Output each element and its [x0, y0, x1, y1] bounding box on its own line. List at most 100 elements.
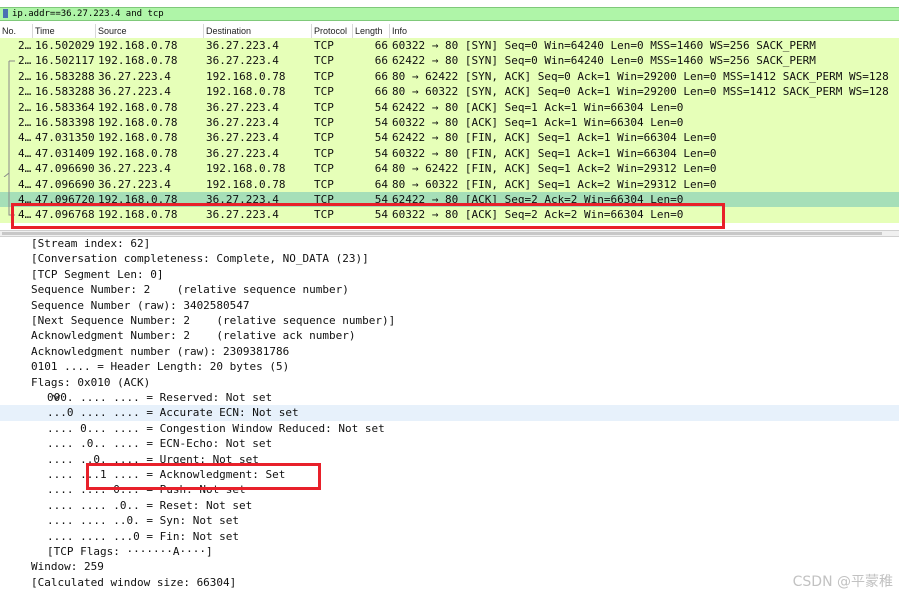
packet-protocol: TCP	[314, 69, 334, 83]
packet-row[interactable]: 4… 47.096690 36.27.223.4 192.168.0.78 TC…	[0, 176, 899, 193]
detail-line[interactable]: 000. .... .... = Reserved: Not set	[0, 390, 899, 405]
scrollbar-thumb[interactable]	[2, 232, 882, 235]
packet-no: 2…	[18, 54, 32, 68]
packet-source: 192.168.0.78	[98, 39, 178, 52]
detail-line[interactable]: Sequence Number: 2 (relative sequence nu…	[0, 282, 899, 297]
detail-line[interactable]: Acknowledgment number (raw): 2309381786	[0, 344, 899, 359]
column-header-length[interactable]: Length	[353, 24, 390, 38]
packet-length: 66	[374, 39, 388, 52]
detail-text: Acknowledgment number (raw): 2309381786	[31, 344, 290, 358]
packet-row[interactable]: 2… 16.502029 192.168.0.78 36.27.223.4 TC…	[0, 38, 899, 54]
conversation-line-icon	[2, 130, 16, 147]
detail-text: Acknowledgment Number: 2 (relative ack n…	[31, 329, 356, 343]
column-header-protocol[interactable]: Protocol	[312, 24, 353, 38]
display-filter-bar[interactable]: ip.addr==36.27.223.4 and tcp	[0, 7, 899, 21]
packet-info: 80 → 62422 [FIN, ACK] Seq=1 Ack=2 Win=29…	[392, 162, 717, 176]
packet-source: 36.27.223.4	[98, 69, 171, 83]
packet-time: 16.583288	[35, 69, 95, 83]
packet-source: 192.168.0.78	[98, 100, 178, 114]
packet-protocol: TCP	[314, 116, 334, 129]
packet-info: 60322 → 80 [ACK] Seq=1 Ack=1 Win=66304 L…	[392, 116, 684, 129]
packet-length: 54	[374, 131, 388, 145]
detail-line[interactable]: [Conversation completeness: Complete, NO…	[0, 251, 899, 266]
column-header-destination[interactable]: Destination	[204, 24, 312, 38]
packet-no: 4…	[18, 177, 32, 191]
packet-length: 66	[374, 54, 388, 68]
packet-info: 62422 → 80 [SYN] Seq=0 Win=64240 Len=0 M…	[392, 54, 816, 68]
packet-row[interactable]: 4… 47.031350 192.168.0.78 36.27.223.4 TC…	[0, 130, 899, 147]
packet-row[interactable]: 2… 16.583364 192.168.0.78 36.27.223.4 TC…	[0, 99, 899, 116]
packet-info: 62422 → 80 [ACK] Seq=1 Ack=1 Win=66304 L…	[392, 100, 684, 114]
detail-line[interactable]: .... .... ..0. = Syn: Not set	[0, 513, 899, 528]
column-header-time[interactable]: Time	[33, 24, 96, 38]
detail-line[interactable]: Window: 259	[0, 559, 899, 574]
detail-line[interactable]: .... .... ...0 = Fin: Not set	[0, 529, 899, 544]
ack-flag-highlight-box	[86, 463, 321, 490]
packet-source: 192.168.0.78	[98, 116, 178, 129]
detail-text: .... .... .0.. = Reset: Not set	[47, 498, 253, 512]
packet-time: 16.583364	[35, 100, 95, 114]
detail-line[interactable]: Sequence Number (raw): 3402580547	[0, 298, 899, 313]
packet-destination: 192.168.0.78	[206, 85, 286, 99]
conversation-line-icon	[2, 176, 16, 193]
packet-protocol: TCP	[314, 54, 334, 68]
detail-line[interactable]: [TCP Flags: ·······A····]	[0, 544, 899, 559]
detail-line-selected[interactable]: ...0 .... .... = Accurate ECN: Not set	[0, 405, 899, 421]
packet-length: 54	[374, 116, 388, 129]
detail-text: .... .0.. .... = ECN-Echo: Not set	[47, 437, 273, 451]
detail-line[interactable]: [Stream index: 62]	[0, 236, 899, 251]
detail-line[interactable]: Acknowledgment Number: 2 (relative ack n…	[0, 328, 899, 343]
packet-source: 36.27.223.4	[98, 162, 171, 176]
watermark: CSDN @平蒙稚	[792, 574, 893, 590]
column-header-info[interactable]: Info	[390, 24, 899, 38]
packet-time: 47.031350	[35, 131, 95, 145]
detail-text: .... 0... .... = Congestion Window Reduc…	[47, 421, 385, 435]
detail-text: [Conversation completeness: Complete, NO…	[31, 252, 369, 266]
detail-text: 000. .... .... = Reserved: Not set	[47, 391, 273, 404]
packet-no: 2…	[18, 116, 32, 129]
detail-line[interactable]: [Calculated window size: 66304]	[0, 575, 899, 590]
packet-row[interactable]: 4… 47.031409 192.168.0.78 36.27.223.4 TC…	[0, 145, 899, 162]
packet-highlight-box	[11, 203, 725, 229]
column-header-source[interactable]: Source	[96, 24, 204, 38]
packet-destination: 36.27.223.4	[206, 39, 279, 52]
packet-length: 66	[374, 69, 388, 83]
packet-info: 80 → 60322 [FIN, ACK] Seq=1 Ack=2 Win=29…	[392, 177, 717, 191]
detail-text: Sequence Number (raw): 3402580547	[31, 298, 250, 312]
detail-line[interactable]: [Next Sequence Number: 2 (relative seque…	[0, 313, 899, 328]
packet-info: 60322 → 80 [SYN] Seq=0 Win=64240 Len=0 M…	[392, 39, 816, 52]
detail-text: [TCP Segment Len: 0]	[31, 267, 164, 281]
packet-no: 4…	[18, 162, 32, 176]
detail-text: [Stream index: 62]	[31, 237, 151, 250]
detail-line[interactable]: .... 0... .... = Congestion Window Reduc…	[0, 421, 899, 436]
packet-row[interactable]: 2… 16.502117 192.168.0.78 36.27.223.4 TC…	[0, 53, 899, 70]
conversation-line-icon	[2, 115, 16, 131]
detail-line[interactable]: 0101 .... = Header Length: 20 bytes (5)	[0, 359, 899, 374]
packet-row[interactable]: 2… 16.583398 192.168.0.78 36.27.223.4 TC…	[0, 115, 899, 131]
packet-time: 47.096690	[35, 162, 95, 176]
display-filter-input[interactable]: ip.addr==36.27.223.4 and tcp	[12, 8, 164, 20]
conversation-line-icon	[2, 84, 16, 101]
detail-text: .... .... ...0 = Fin: Not set	[47, 529, 240, 543]
bookmark-icon[interactable]	[2, 9, 9, 19]
column-header-no[interactable]: No.	[0, 24, 33, 38]
packet-time: 16.502117	[35, 54, 95, 68]
packet-length: 64	[374, 177, 388, 191]
detail-line[interactable]: [TCP Segment Len: 0]	[0, 267, 899, 282]
packet-protocol: TCP	[314, 100, 334, 114]
conversation-line-icon	[2, 161, 16, 178]
packet-length: 54	[374, 100, 388, 114]
packet-row[interactable]: 2… 16.583288 36.27.223.4 192.168.0.78 TC…	[0, 68, 899, 85]
detail-line[interactable]: .... .... .0.. = Reset: Not set	[0, 498, 899, 513]
packet-source: 36.27.223.4	[98, 177, 171, 191]
detail-text: [Calculated window size: 66304]	[31, 575, 237, 589]
detail-text: 0101 .... = Header Length: 20 bytes (5)	[31, 360, 290, 374]
packet-row[interactable]: 2… 16.583288 36.27.223.4 192.168.0.78 TC…	[0, 84, 899, 101]
packet-row[interactable]: 4… 47.096690 36.27.223.4 192.168.0.78 TC…	[0, 161, 899, 178]
flags-tree-node[interactable]: Flags: 0x010 (ACK)	[0, 375, 899, 400]
packet-length: 66	[374, 85, 388, 99]
packet-protocol: TCP	[314, 177, 334, 191]
conversation-line-icon	[2, 145, 16, 162]
packet-destination: 192.168.0.78	[206, 69, 286, 83]
detail-line[interactable]: .... .0.. .... = ECN-Echo: Not set	[0, 436, 899, 451]
